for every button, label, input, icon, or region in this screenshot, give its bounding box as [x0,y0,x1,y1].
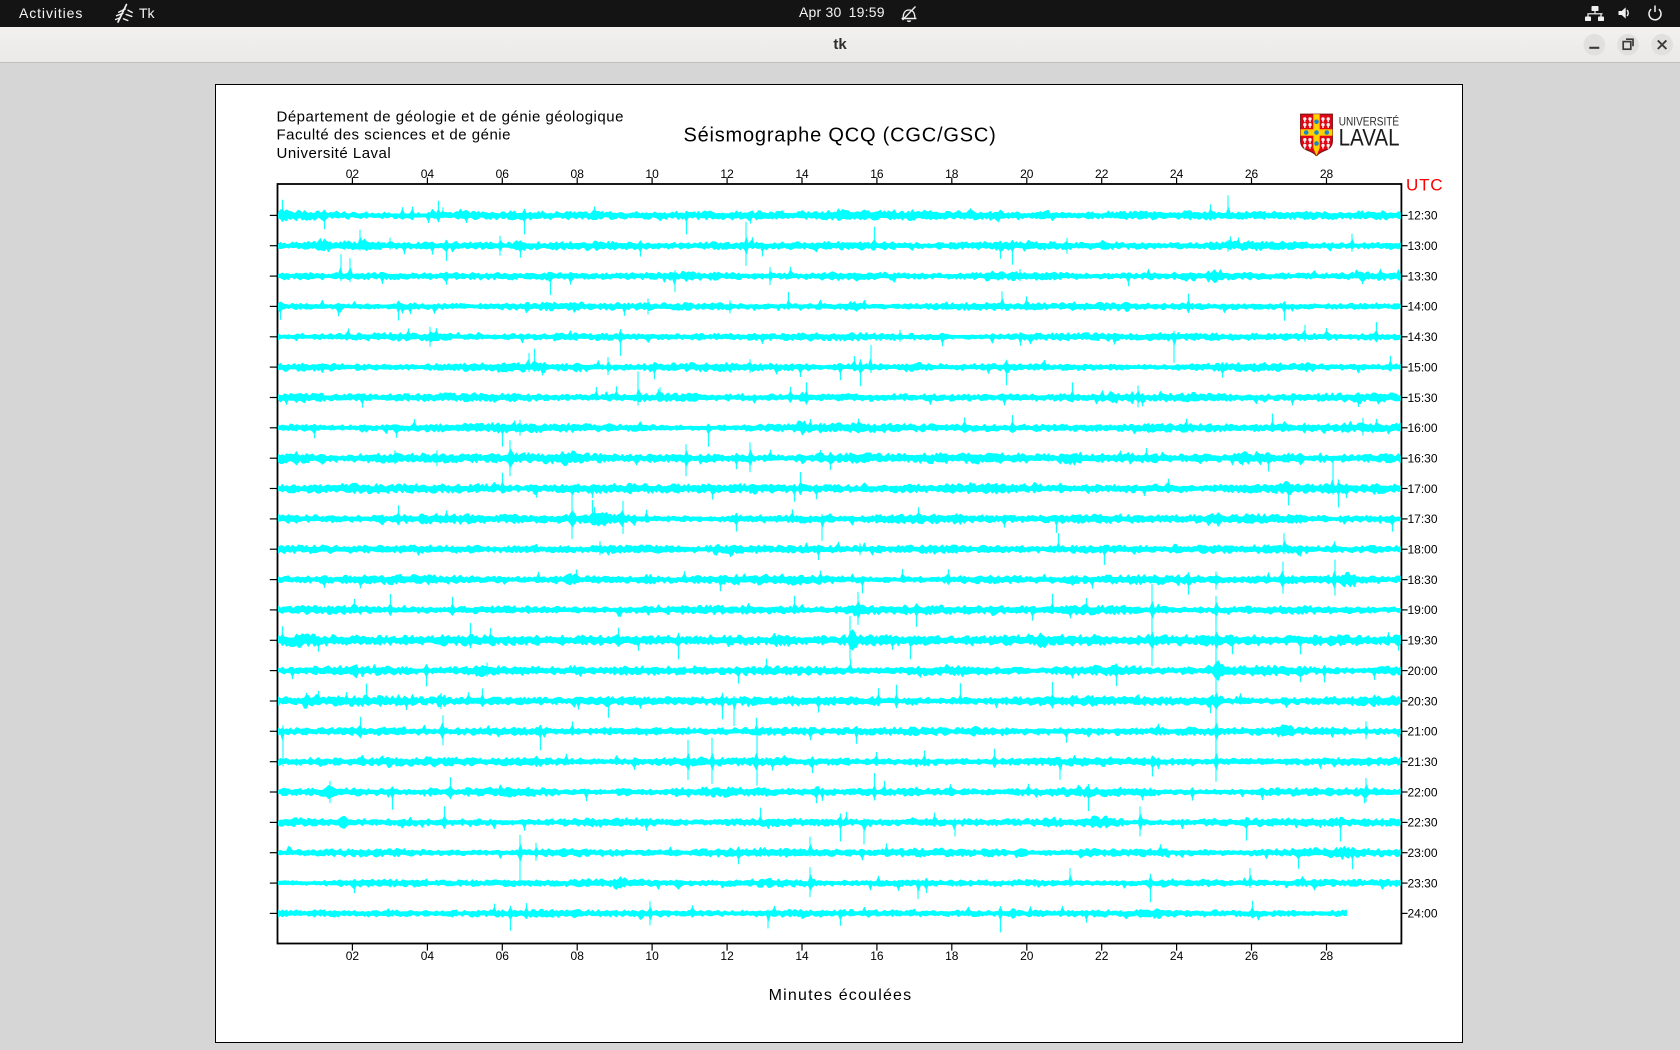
svg-text:15:30: 15:30 [1408,391,1438,405]
svg-text:24:00: 24:00 [1408,907,1438,921]
svg-text:06: 06 [496,167,510,181]
svg-text:23:30: 23:30 [1408,876,1438,890]
svg-text:22:30: 22:30 [1408,816,1438,830]
svg-text:20:30: 20:30 [1408,694,1438,708]
svg-text:16: 16 [870,949,884,963]
svg-text:21:30: 21:30 [1408,755,1438,769]
svg-text:04: 04 [421,167,435,181]
svg-text:26: 26 [1245,167,1259,181]
svg-text:13:00: 13:00 [1408,239,1438,253]
svg-text:18:00: 18:00 [1408,543,1438,557]
svg-text:20: 20 [1020,167,1034,181]
svg-text:02: 02 [346,167,360,181]
svg-text:19:00: 19:00 [1408,603,1438,617]
svg-text:UTC: UTC [1406,176,1443,195]
svg-text:14: 14 [795,949,809,963]
svg-text:10: 10 [645,949,659,963]
svg-text:Minutes écoulées: Minutes écoulées [769,987,913,1004]
svg-text:17:00: 17:00 [1408,482,1438,496]
svg-text:13:30: 13:30 [1408,269,1438,283]
svg-text:18: 18 [945,167,959,181]
svg-text:16: 16 [870,167,884,181]
svg-text:24: 24 [1170,949,1184,963]
svg-text:12: 12 [720,949,734,963]
svg-text:08: 08 [571,949,585,963]
svg-text:24: 24 [1170,167,1184,181]
svg-text:22:00: 22:00 [1408,785,1438,799]
svg-text:21:00: 21:00 [1408,725,1438,739]
svg-text:02: 02 [346,949,360,963]
svg-text:LAVAL: LAVAL [1339,124,1400,151]
svg-text:23:00: 23:00 [1408,846,1438,860]
svg-text:22: 22 [1095,167,1109,181]
svg-text:18:30: 18:30 [1408,573,1438,587]
svg-text:12: 12 [720,167,734,181]
svg-text:10: 10 [645,167,659,181]
svg-text:Séismographe QCQ (CGC/GSC): Séismographe QCQ (CGC/GSC) [683,124,996,146]
svg-text:28: 28 [1320,949,1334,963]
svg-text:Université Laval: Université Laval [277,145,392,162]
svg-text:08: 08 [571,167,585,181]
svg-text:19:30: 19:30 [1408,634,1438,648]
svg-text:16:00: 16:00 [1408,421,1438,435]
svg-text:06: 06 [496,949,510,963]
svg-text:18: 18 [945,949,959,963]
svg-text:Faculté des sciences et de gén: Faculté des sciences et de génie [277,127,511,144]
svg-text:14: 14 [795,167,809,181]
svg-text:26: 26 [1245,949,1259,963]
svg-text:15:00: 15:00 [1408,360,1438,374]
svg-text:14:30: 14:30 [1408,330,1438,344]
svg-text:12:30: 12:30 [1408,209,1438,223]
svg-text:22: 22 [1095,949,1109,963]
svg-text:17:30: 17:30 [1408,512,1438,526]
svg-text:Département de géologie et de: Département de géologie et de génie géol… [277,108,624,125]
svg-text:20: 20 [1020,949,1034,963]
svg-text:14:00: 14:00 [1408,300,1438,314]
svg-text:16:30: 16:30 [1408,452,1438,466]
svg-text:28: 28 [1320,167,1334,181]
svg-text:20:00: 20:00 [1408,664,1438,678]
svg-text:04: 04 [421,949,435,963]
